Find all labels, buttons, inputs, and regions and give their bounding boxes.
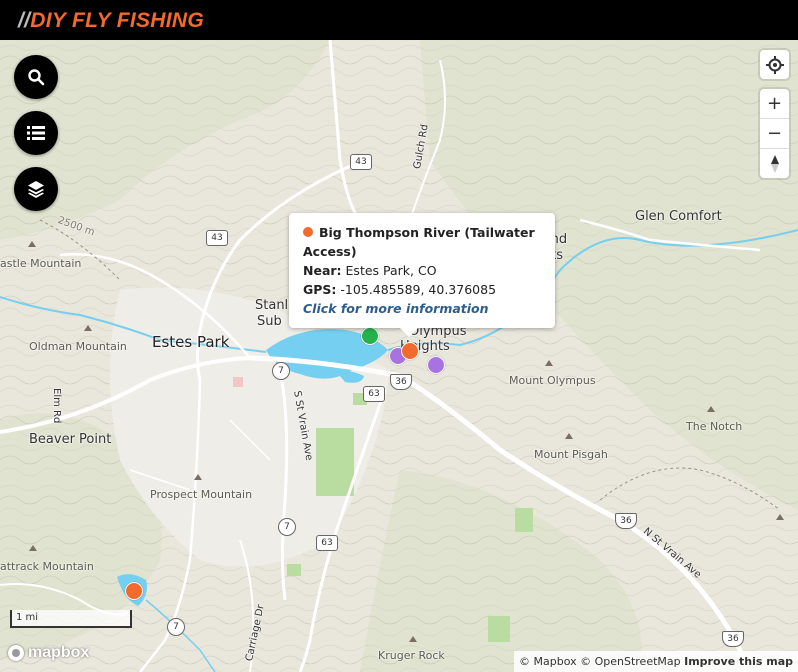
popup-title-row: Big Thompson River (Tailwater Access) (303, 223, 543, 261)
town-label: Estes Park (152, 333, 230, 351)
list-icon (27, 126, 45, 140)
navigation-control: + − (760, 89, 789, 178)
mapbox-logo-text: mapbox (28, 644, 90, 661)
peak-label: astle Mountain (0, 257, 82, 270)
road-label: Elm Rd (51, 388, 62, 424)
zoom-out-button[interactable]: − (760, 118, 789, 148)
highway-shield: 43 (350, 154, 372, 170)
gps-value: -105.485589, 40.376085 (340, 282, 497, 297)
improve-map-link[interactable]: Improve this map (684, 655, 793, 668)
place-label: Beaver Point (29, 432, 112, 447)
search-button[interactable] (14, 55, 58, 99)
near-value: Estes Park, CO (345, 263, 437, 278)
map-canvas[interactable]: Estes Park Glen Comfort Beaver Point Sta… (0, 40, 798, 672)
map-attribution: © Mapbox © OpenStreetMap Improve this ma… (514, 651, 798, 672)
layers-button[interactable] (14, 167, 58, 211)
place-label: Sub (257, 314, 282, 329)
compass-button[interactable] (760, 148, 789, 178)
geolocate-button[interactable] (760, 50, 789, 79)
highway-shield: 63 (316, 535, 338, 551)
mapbox-logo-icon (8, 645, 24, 661)
geolocate-control (760, 50, 789, 79)
place-label: Glen Comfort (635, 209, 722, 224)
highway-shield: 36 (390, 374, 412, 390)
search-icon (28, 69, 45, 86)
popup-gps-row: GPS: -105.485589, 40.376085 (303, 280, 543, 299)
peak-icon (707, 406, 715, 412)
gps-label: GPS: (303, 282, 337, 297)
peak-icon (28, 241, 36, 247)
layers-icon (28, 181, 44, 198)
peak-icon (545, 360, 553, 366)
popup-near-row: Near: Estes Park, CO (303, 261, 543, 280)
list-button[interactable] (14, 111, 58, 155)
peak-label: Prospect Mountain (150, 488, 253, 501)
more-info-link[interactable]: Click for more information (303, 299, 543, 318)
peak-icon (565, 433, 573, 439)
popup-title: Big Thompson River (Tailwater Access) (303, 225, 535, 259)
peak-label: attrack Mountain (0, 560, 94, 573)
logo-slashes: // (18, 9, 31, 32)
mapbox-logo[interactable]: mapbox (8, 644, 89, 662)
peak-label: Mount Pisgah (534, 448, 608, 461)
mapbox-attribution-link[interactable]: © Mapbox (519, 655, 577, 668)
peak-icon (776, 514, 784, 520)
peak-icon (29, 545, 37, 551)
location-popup: Big Thompson River (Tailwater Access) Ne… (289, 213, 555, 337)
highway-shield: 36 (722, 631, 744, 647)
fishing-spot-marker[interactable] (427, 356, 445, 374)
app-header: //DIY FLY FISHING (0, 0, 798, 40)
crosshair-icon (765, 55, 784, 74)
zoom-in-button[interactable]: + (760, 89, 789, 118)
peak-label: The Notch (686, 420, 743, 433)
highway-shield: 7 (278, 518, 296, 536)
popup-dot-icon (303, 227, 313, 237)
peak-icon (409, 636, 417, 642)
peak-icon (84, 325, 92, 331)
highway-shield: 63 (363, 386, 385, 402)
fishing-spot-marker[interactable] (361, 327, 379, 345)
highway-shield: 36 (615, 513, 637, 529)
logo-text: DIY FLY FISHING (30, 9, 204, 32)
near-label: Near: (303, 263, 342, 278)
peak-label: Oldman Mountain (29, 340, 127, 353)
map-scale: 1 mi (10, 610, 132, 628)
highway-shield: 7 (167, 618, 185, 636)
peak-label: Mount Olympus (509, 374, 596, 387)
osm-attribution-link[interactable]: © OpenStreetMap (580, 655, 681, 668)
highway-shield: 43 (206, 230, 228, 246)
fishing-spot-marker[interactable] (401, 342, 419, 360)
peak-icon (194, 474, 202, 480)
highway-shield: 7 (272, 362, 290, 380)
site-logo[interactable]: //DIY FLY FISHING (18, 9, 204, 33)
peak-label: Kruger Rock (378, 649, 445, 662)
compass-icon (770, 154, 779, 173)
fishing-spot-marker[interactable] (125, 582, 143, 600)
